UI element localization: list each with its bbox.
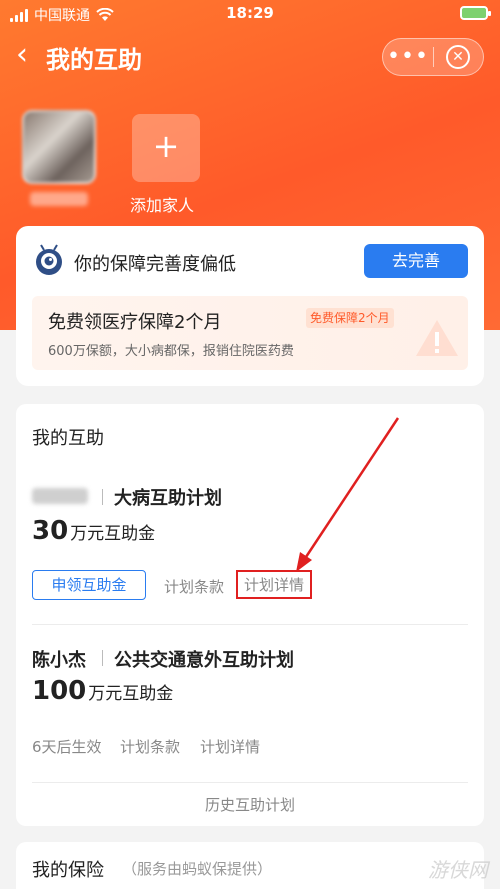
add-family-button[interactable]: + — [132, 114, 200, 182]
close-button[interactable]: ✕ — [446, 45, 470, 69]
plan-details-link[interactable]: 计划详情 — [200, 736, 260, 757]
plan-amount: 30 万元互助金 — [32, 516, 155, 546]
amount-value: 100 — [32, 676, 87, 706]
apply-aid-button[interactable]: 申领互助金 — [32, 570, 146, 600]
battery-icon — [460, 6, 491, 20]
promo-badge: 免费保障2个月 — [306, 308, 394, 328]
page-title: 我的互助 — [46, 46, 142, 74]
plan-divider — [32, 624, 468, 625]
plan-terms-link[interactable]: 计划条款 — [164, 576, 224, 597]
watermark: 游侠网 — [428, 858, 488, 882]
name-separator — [102, 650, 103, 666]
battery-indicator — [460, 6, 491, 20]
insurance-card[interactable]: 我的保险 （服务由蚂蚁保提供） — [16, 842, 484, 889]
clock: 18:29 — [226, 4, 274, 22]
mini-program-capsule: ••• ✕ — [382, 38, 484, 76]
complete-coverage-button[interactable]: 去完善 — [364, 244, 468, 278]
member-name-blurred — [32, 488, 88, 504]
status-bar: 中国联通 18:29 — [0, 0, 500, 28]
plan-name: 大病互助计划 — [114, 488, 222, 509]
family-member-name-blurred — [30, 192, 88, 206]
name-separator — [102, 489, 103, 505]
add-family-label[interactable]: 添加家人 — [130, 192, 194, 216]
back-button[interactable]: ‹ — [16, 38, 28, 72]
family-member-avatar[interactable] — [22, 110, 96, 184]
mutual-aid-card: 我的互助 大病互助计划 30 万元互助金 申领互助金 计划条款 计划详情 陈小杰 … — [16, 404, 484, 826]
nav-header: ‹ 我的互助 ••• ✕ — [0, 34, 500, 78]
section-heading: 我的互助 — [32, 428, 104, 449]
member-name: 陈小杰 — [32, 650, 86, 671]
promo-subtitle: 600万保额，大小病都保，报销住院医药费 — [48, 344, 294, 359]
effective-status: 6天后生效 — [32, 738, 102, 756]
history-divider — [32, 782, 468, 783]
plan-amount: 100 万元互助金 — [32, 676, 173, 706]
plan-name: 公共交通意外互助计划 — [114, 650, 294, 671]
insurance-provider-note: （服务由蚂蚁保提供） — [122, 860, 273, 878]
amount-unit: 万元互助金 — [70, 524, 156, 544]
amount-value: 30 — [32, 516, 69, 546]
plan-details-link[interactable]: 计划详情 — [236, 570, 313, 599]
coverage-card: 你的保障完善度偏低 去完善 免费领医疗保障2个月 免费保障2个月 600万保额，… — [16, 226, 484, 386]
mascot-icon — [36, 244, 62, 275]
warning-icon — [416, 320, 458, 356]
more-menu-button[interactable]: ••• — [383, 46, 433, 68]
history-plans-link[interactable]: 历史互助计划 — [16, 794, 484, 815]
free-medical-promo[interactable]: 免费领医疗保障2个月 免费保障2个月 600万保额，大小病都保，报销住院医药费 — [32, 296, 468, 370]
promo-title: 免费领医疗保障2个月 — [48, 312, 222, 333]
plan-terms-link[interactable]: 计划条款 — [120, 736, 180, 757]
coverage-status-text: 你的保障完善度偏低 — [74, 254, 236, 275]
capsule-divider — [433, 47, 434, 67]
insurance-title: 我的保险 — [32, 860, 104, 881]
amount-unit: 万元互助金 — [88, 684, 174, 704]
